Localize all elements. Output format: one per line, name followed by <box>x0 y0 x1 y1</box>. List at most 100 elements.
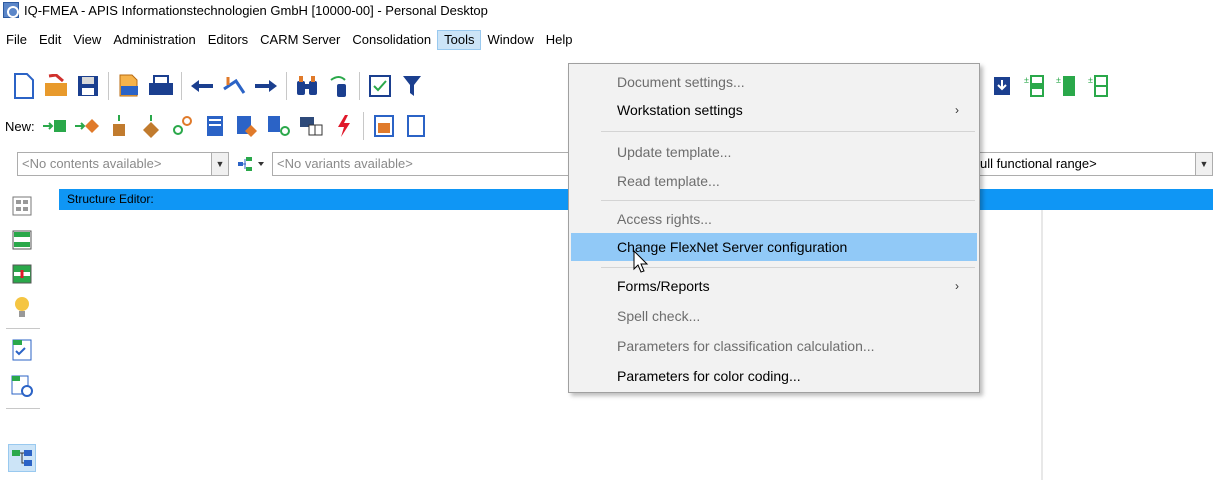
menu-item-document-settings[interactable]: Document settings... <box>571 68 977 96</box>
new-function-icon[interactable] <box>71 110 103 142</box>
menu-item-color-coding-parameters[interactable]: Parameters for color coding... <box>571 362 977 390</box>
functional-range-combo[interactable]: ull functional range> ▼ <box>975 152 1213 176</box>
new-subelement-icon[interactable] <box>103 110 135 142</box>
menu-item-read-template[interactable]: Read template... <box>571 167 977 195</box>
filter-icon[interactable] <box>396 70 428 102</box>
menu-item-workstation-settings[interactable]: Workstation settings › <box>571 96 977 124</box>
new-system-element-icon[interactable] <box>39 110 71 142</box>
main-toolbar-right: ± ± ± <box>986 68 1114 104</box>
new-form-link-icon[interactable] <box>263 110 295 142</box>
toolbar-separator <box>362 112 364 140</box>
menu-item-label: Document settings... <box>617 74 745 90</box>
chevron-down-icon[interactable]: ▼ <box>211 153 228 175</box>
app-icon <box>3 2 19 18</box>
submenu-arrow-icon: › <box>955 279 959 293</box>
find-icon[interactable] <box>291 70 323 102</box>
checklist-view-icon[interactable] <box>8 336 36 364</box>
download-icon[interactable] <box>986 70 1018 102</box>
menu-separator <box>601 200 975 201</box>
menu-separator <box>601 131 975 132</box>
menu-window[interactable]: Window <box>481 30 539 50</box>
arrow-right-icon[interactable] <box>250 70 282 102</box>
save-icon[interactable] <box>72 70 104 102</box>
grid-view-icon[interactable] <box>8 192 36 220</box>
insert-row-icon[interactable]: ± <box>1050 70 1082 102</box>
menu-item-classification-parameters[interactable]: Parameters for classification calculatio… <box>571 332 977 360</box>
idea-icon[interactable] <box>8 294 36 322</box>
calendar-icon[interactable] <box>368 110 400 142</box>
left-toolbar-separator <box>6 408 40 409</box>
contents-combo[interactable]: <No contents available> ▼ <box>17 152 229 176</box>
insert-row-below-icon[interactable]: ± <box>1082 70 1114 102</box>
menu-item-label: Parameters for color coding... <box>617 368 801 384</box>
functional-range-value: ull functional range> <box>980 156 1097 171</box>
menu-help[interactable]: Help <box>540 30 579 50</box>
menu-consolidation[interactable]: Consolidation <box>346 30 437 50</box>
chevron-down-icon[interactable]: ▼ <box>1195 153 1212 175</box>
menu-item-label: Read template... <box>617 173 720 189</box>
menu-carm-server[interactable]: CARM Server <box>254 30 346 50</box>
failure-view-icon[interactable] <box>8 260 36 288</box>
new-element-toolbar: New: <box>0 108 432 144</box>
menu-item-label: Forms/Reports <box>617 278 710 294</box>
toolbar-separator <box>359 72 360 100</box>
new-table-icon[interactable] <box>295 110 327 142</box>
document-icon[interactable] <box>400 110 432 142</box>
menu-separator <box>601 267 975 268</box>
menu-item-label: Change FlexNet Server configuration <box>617 239 848 255</box>
svg-text:±: ± <box>1056 75 1061 85</box>
svg-text:±: ± <box>1024 75 1029 85</box>
window-title: IQ-FMEA - APIS Informationstechnologien … <box>24 2 488 18</box>
menu-item-label: Access rights... <box>617 211 712 227</box>
structure-view-icon[interactable] <box>8 226 36 254</box>
menu-editors[interactable]: Editors <box>202 30 254 50</box>
insert-row-above-icon[interactable]: ± <box>1018 70 1050 102</box>
menu-item-access-rights[interactable]: Access rights... <box>571 205 977 233</box>
submenu-arrow-icon: › <box>955 103 959 117</box>
toolbar-separator <box>286 72 287 100</box>
menu-tools[interactable]: Tools <box>437 30 482 50</box>
left-toolbar-separator <box>6 328 40 329</box>
open-folder-icon[interactable] <box>40 70 72 102</box>
new-label: New: <box>5 118 35 134</box>
menu-item-change-flexnet[interactable]: Change FlexNet Server configuration <box>571 233 977 261</box>
variants-tree-icon[interactable] <box>234 148 270 180</box>
title-bar: IQ-FMEA - APIS Informationstechnologien … <box>0 0 1213 20</box>
toolbar-separator <box>181 72 182 100</box>
checklist-icon[interactable] <box>364 70 396 102</box>
menu-edit[interactable]: Edit <box>33 30 67 50</box>
menu-item-spell-check[interactable]: Spell check... <box>571 302 977 330</box>
new-form-icon[interactable] <box>199 110 231 142</box>
print-preview-icon[interactable] <box>113 70 145 102</box>
mouse-cursor-icon <box>633 249 649 277</box>
menu-item-update-template[interactable]: Update template... <box>571 138 977 166</box>
tools-menu: Document settings... Workstation setting… <box>568 63 980 393</box>
menu-view[interactable]: View <box>67 30 107 50</box>
find-replace-icon[interactable] <box>323 70 355 102</box>
schedule-view-icon[interactable] <box>8 372 36 400</box>
new-failure-icon[interactable] <box>327 110 359 142</box>
svg-text:±: ± <box>1088 75 1093 85</box>
menu-item-forms-reports[interactable]: Forms/Reports › <box>571 272 977 300</box>
new-subfunction-icon[interactable] <box>135 110 167 142</box>
editor-title: Structure Editor: <box>67 192 154 206</box>
structure-tree-icon[interactable] <box>8 444 36 472</box>
menu-file[interactable]: File <box>0 30 33 50</box>
variants-combo[interactable]: <No variants available> <box>272 152 572 176</box>
main-toolbar <box>0 68 428 104</box>
contents-combo-value: <No contents available> <box>22 156 162 171</box>
menu-administration[interactable]: Administration <box>107 30 201 50</box>
arrow-left-icon[interactable] <box>186 70 218 102</box>
new-link-icon[interactable] <box>167 110 199 142</box>
step-icon[interactable] <box>218 70 250 102</box>
print-icon[interactable] <box>145 70 177 102</box>
editor-pane-divider[interactable] <box>1041 210 1043 480</box>
toolbar-separator <box>108 72 109 100</box>
new-document-icon[interactable] <box>8 70 40 102</box>
variants-combo-value: <No variants available> <box>277 156 413 171</box>
menu-item-label: Update template... <box>617 144 732 160</box>
view-toolbar <box>0 186 46 480</box>
new-form-function-icon[interactable] <box>231 110 263 142</box>
menu-item-label: Workstation settings <box>617 102 743 118</box>
menu-item-label: Spell check... <box>617 308 701 324</box>
